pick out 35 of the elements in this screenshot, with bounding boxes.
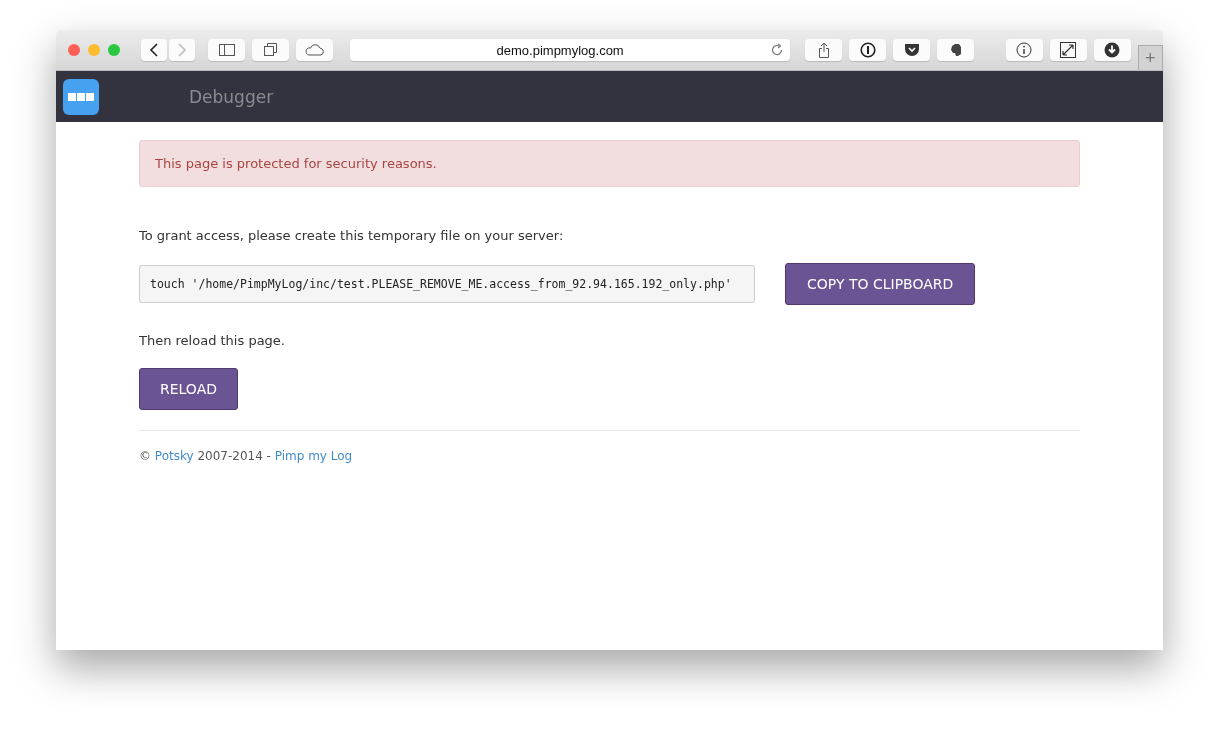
tabs-overview-button[interactable] xyxy=(252,39,289,61)
info-icon xyxy=(1016,42,1033,58)
diagonal-arrows-icon xyxy=(1060,42,1077,58)
overlapping-squares-icon xyxy=(263,43,278,57)
extension-button[interactable] xyxy=(937,39,975,61)
share-icon xyxy=(817,42,830,58)
site-link[interactable]: Pimp my Log xyxy=(274,449,353,463)
password-manager-button[interactable] xyxy=(849,39,887,61)
reload-text: Then reload this page. xyxy=(139,333,286,348)
reload-button[interactable]: RELOAD xyxy=(139,368,238,410)
chevron-left-icon xyxy=(149,43,159,57)
instruction-text: To grant access, please create this temporary file on your server: xyxy=(139,228,565,243)
pocket-button[interactable] xyxy=(893,39,931,61)
share-button[interactable] xyxy=(805,39,843,61)
pocket-icon xyxy=(903,43,920,57)
back-button[interactable] xyxy=(141,39,167,61)
alert-message: This page is protected for security reasons. xyxy=(139,140,1080,187)
sidebar-icon xyxy=(218,44,235,56)
logo-icon xyxy=(63,78,99,115)
sidebar-button[interactable] xyxy=(208,39,245,61)
info-button[interactable] xyxy=(1005,39,1043,61)
address-bar[interactable]: demo.pimpmylog.com xyxy=(350,39,791,61)
page-title: Debugger xyxy=(189,86,274,107)
download-button[interactable] xyxy=(1093,39,1131,61)
chevron-right-icon xyxy=(177,43,187,57)
copy-button[interactable]: COPY TO CLIPBOARD xyxy=(785,263,976,305)
cloud-button[interactable] xyxy=(296,39,333,61)
cloud-icon xyxy=(304,44,325,56)
resize-button[interactable] xyxy=(1049,39,1087,61)
command-field[interactable]: touch '/home/PimpMyLog/inc/test.PLEASE_REMOVE_ME.access_from_92.94.165.192_only.php' xyxy=(139,265,755,303)
keyhole-circle-icon xyxy=(859,42,876,58)
footer-text: © Potsky 2007-2014 - Pimp my Log xyxy=(139,449,354,463)
author-link[interactable]: Potsky xyxy=(154,449,194,463)
refresh-icon[interactable] xyxy=(770,43,785,57)
download-icon xyxy=(1104,42,1121,58)
